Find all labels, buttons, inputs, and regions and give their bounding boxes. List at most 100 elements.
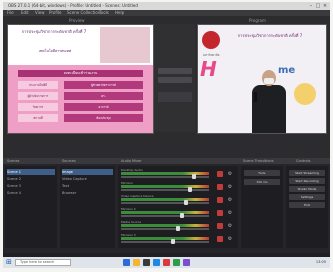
volume-slider-knob[interactable] — [180, 213, 184, 218]
program-pane[interactable]: มหาวิทยาลัย การประชุมวิชาการระดับชาติ คร… — [197, 24, 327, 134]
menu-profile[interactable]: Profile — [49, 10, 61, 16]
fade-transition-button[interactable] — [158, 77, 192, 83]
volume-slider[interactable] — [121, 215, 209, 217]
volume-slider-knob[interactable] — [184, 200, 188, 205]
sources-dock-title: Sources — [62, 159, 76, 163]
sources-list: Image Video Capture Text Browser — [60, 166, 115, 248]
scene-item[interactable]: Scene 4 — [7, 190, 55, 196]
volume-slider-knob[interactable] — [192, 174, 196, 179]
menu-edit[interactable]: Edit — [21, 10, 29, 16]
preview-group-photo — [100, 27, 150, 63]
source-item[interactable]: Video Capture — [62, 176, 113, 182]
start-recording-button[interactable]: Start Recording — [289, 178, 325, 184]
preview-info-bar: ลงทะเบียนเข้าร่วมงาน — [18, 70, 143, 77]
mute-toggle-icon[interactable] — [217, 223, 223, 229]
volume-meter — [121, 211, 209, 214]
source-item[interactable]: Text — [62, 183, 113, 189]
mixer-channel: Mic/Aux ⚙ — [121, 181, 235, 193]
taskbar-search-input[interactable]: Type here to search — [15, 259, 71, 266]
gear-icon[interactable]: ⚙ — [227, 184, 233, 190]
mixer-channel: Media Source ⚙ — [121, 220, 235, 232]
controls-dock: Start Streaming Start Recording Studio M… — [286, 166, 328, 248]
start-streaming-button[interactable]: Start Streaming — [289, 170, 325, 176]
menu-bar: File Edit View Profile Scene Collection … — [3, 10, 330, 16]
exit-button[interactable]: Exit — [289, 202, 325, 208]
browser-icon[interactable] — [123, 259, 130, 266]
file-explorer-icon[interactable] — [133, 259, 140, 266]
transitions-dock-title: Scene Transitions — [243, 159, 274, 163]
volume-slider[interactable] — [121, 189, 209, 191]
volume-slider-knob[interactable] — [171, 239, 175, 244]
app-icon[interactable] — [173, 259, 180, 266]
volume-meter — [121, 185, 209, 188]
docks-header: Scenes Sources Audio Mixer Scene Transit… — [3, 158, 330, 164]
volume-slider[interactable] — [121, 228, 209, 230]
transition-type-select[interactable]: Fade — [244, 170, 280, 176]
program-label: Program — [249, 18, 266, 23]
scene-item[interactable]: Scene 1 — [7, 169, 55, 175]
source-item[interactable]: Image — [62, 169, 113, 175]
preview-pane[interactable]: การประชุมวิชาการระดับชาติ ครั้งที่ 7 เทค… — [7, 24, 154, 134]
preview-info-row: ประธานในพิธี ผู้ช่วยศาสตราจารย์ — [18, 81, 143, 89]
scene-item[interactable]: Scene 3 — [7, 183, 55, 189]
quick-transitions-label — [158, 68, 192, 74]
window-title: OBS 27.0.1 (64-bit, windows) - Profile: … — [8, 3, 138, 8]
gear-icon[interactable]: ⚙ — [227, 197, 233, 203]
volume-slider-knob[interactable] — [176, 226, 180, 231]
mail-icon[interactable] — [153, 259, 160, 266]
speaker-mask — [264, 78, 274, 84]
preview-info-row: วิทยากร อาจารย์ — [18, 103, 143, 111]
preview-label: Preview — [69, 18, 85, 23]
speaker-video — [250, 70, 288, 133]
volume-slider-knob[interactable] — [188, 187, 192, 192]
menu-tools[interactable]: Tools — [99, 10, 109, 16]
taskbar: ⊞ Type here to search 13:05 — [3, 257, 330, 268]
volume-meter — [121, 224, 209, 227]
scenes-dock-title: Scenes — [7, 159, 20, 163]
program-decoration — [294, 83, 316, 105]
mute-toggle-icon[interactable] — [217, 236, 223, 242]
studio-mode-button[interactable]: Studio Mode — [289, 186, 325, 192]
mixer-channel: Desktop Audio ⚙ — [121, 168, 235, 180]
volume-meter — [121, 237, 209, 240]
menu-help[interactable]: Help — [115, 10, 124, 16]
preview-info-value: ผู้ช่วยศาสตราจารย์ — [64, 81, 143, 89]
close-icon[interactable]: × — [322, 3, 328, 9]
gear-icon[interactable]: ⚙ — [227, 236, 233, 242]
app-icon[interactable] — [163, 259, 170, 266]
obs-icon[interactable] — [143, 259, 150, 266]
preview-banner-title: การประชุมวิชาการระดับชาติ ครั้งที่ 7 — [21, 29, 87, 34]
gear-icon[interactable]: ⚙ — [227, 223, 233, 229]
scenes-list: Scene 1 Scene 2 Scene 3 Scene 4 — [5, 166, 57, 248]
minimize-icon[interactable]: – — [308, 3, 314, 9]
program-title: การประชุมวิชาการระดับชาติ ครั้งที่ 7 — [237, 33, 303, 38]
transition-button[interactable] — [158, 92, 192, 102]
app-icon[interactable] — [183, 259, 190, 266]
gear-icon[interactable]: ⚙ — [227, 171, 233, 177]
preview-info-label: วิทยากร — [18, 103, 58, 111]
taskbar-clock: 13:05 — [315, 260, 326, 264]
windows-start-icon[interactable]: ⊞ — [6, 259, 13, 266]
scene-item[interactable]: Scene 2 — [7, 176, 55, 182]
controls-dock-title: Controls — [296, 159, 311, 163]
maximize-icon[interactable]: □ — [315, 3, 321, 9]
mute-toggle-icon[interactable] — [217, 184, 223, 190]
menu-view[interactable]: View — [35, 10, 45, 16]
preview-banner-subtitle: เทคโนโลยีสารสนเทศ — [38, 49, 72, 53]
volume-slider[interactable] — [121, 241, 209, 243]
audio-mixer: Desktop Audio ⚙ Mic/Aux ⚙ Video Capture … — [118, 166, 238, 248]
mute-toggle-icon[interactable] — [217, 210, 223, 216]
mute-toggle-icon[interactable] — [217, 197, 223, 203]
transition-duration-field[interactable]: 300 ms — [244, 179, 280, 185]
mixer-channel: Video Capture Device ⚙ — [121, 194, 235, 206]
menu-scene-collection[interactable]: Scene Collection — [67, 10, 100, 16]
audio-mixer-dock-title: Audio Mixer — [121, 159, 142, 163]
menu-file[interactable]: File — [7, 10, 14, 16]
source-item[interactable]: Browser — [62, 190, 113, 196]
volume-slider[interactable] — [121, 202, 209, 204]
settings-button[interactable]: Settings — [289, 194, 325, 200]
preview-info-label: ผู้ดำเนินรายการ — [18, 92, 58, 100]
speaker-body — [252, 85, 286, 133]
gear-icon[interactable]: ⚙ — [227, 210, 233, 216]
mute-toggle-icon[interactable] — [217, 171, 223, 177]
